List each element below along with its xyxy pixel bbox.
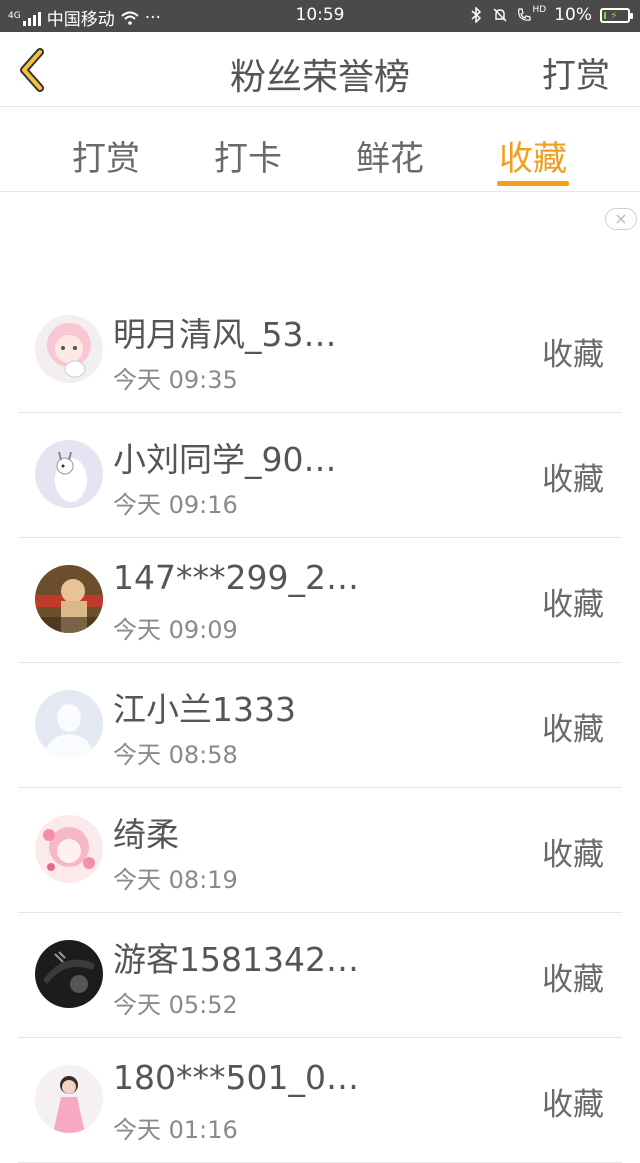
user-time: 今天 09:35 <box>113 366 238 394</box>
hd-label: HD <box>532 5 547 15</box>
user-time: 今天 08:19 <box>113 866 238 894</box>
action-label: 收藏 <box>542 587 604 623</box>
action-label: 收藏 <box>542 962 604 998</box>
avatar <box>35 690 103 758</box>
list-item[interactable]: 小刘同学_90… 今天 09:16 收藏 <box>18 413 622 538</box>
action-label: 收藏 <box>542 337 604 373</box>
tab-favorites[interactable]: 收藏 <box>499 131 567 180</box>
fan-list: 明月清风_53… 今天 09:35 收藏 小刘同学_90… 今天 09:16 收… <box>18 288 622 1163</box>
action-label: 收藏 <box>542 712 604 748</box>
user-name: 江小兰1333 <box>113 690 296 729</box>
active-tab-indicator <box>497 181 569 186</box>
status-bar: 4G 中国移动 ··· 10:59 HD 10% ⚡ <box>0 0 640 32</box>
list-item[interactable]: 绮柔 今天 08:19 收藏 <box>18 788 622 913</box>
reward-button[interactable]: 打赏 <box>542 48 610 97</box>
action-label: 收藏 <box>542 837 604 873</box>
list-item[interactable]: 明月清风_53… 今天 09:35 收藏 <box>18 288 622 413</box>
user-time: 今天 05:52 <box>113 991 238 1019</box>
close-icon[interactable]: × <box>605 208 637 230</box>
user-name: 游客1581342… <box>113 940 359 979</box>
battery-icon: ⚡ <box>600 7 633 23</box>
status-right: HD 10% ⚡ <box>468 5 633 25</box>
tab-checkin[interactable]: 打卡 <box>214 131 282 180</box>
nav-bar: 粉丝荣誉榜 打赏 <box>0 32 640 107</box>
user-time: 今天 01:16 <box>113 1116 238 1144</box>
avatar <box>35 815 103 883</box>
avatar <box>35 315 103 383</box>
bluetooth-icon <box>471 7 481 23</box>
user-time: 今天 08:58 <box>113 741 238 769</box>
avatar <box>35 565 103 633</box>
charging-icon: ⚡ <box>610 8 618 22</box>
avatar <box>35 940 103 1008</box>
user-name: 绮柔 <box>113 815 179 854</box>
action-label: 收藏 <box>542 462 604 498</box>
tab-reward[interactable]: 打赏 <box>72 131 140 180</box>
list-item[interactable]: 147***299_2… 今天 09:09 收藏 <box>18 538 622 663</box>
battery-percent: 10% <box>554 5 592 25</box>
user-name: 180***501_0… <box>113 1058 359 1097</box>
user-time: 今天 09:09 <box>113 616 238 644</box>
list-item[interactable]: 游客1581342… 今天 05:52 收藏 <box>18 913 622 1038</box>
list-item[interactable]: 江小兰1333 今天 08:58 收藏 <box>18 663 622 788</box>
user-time: 今天 09:16 <box>113 491 238 519</box>
list-item[interactable]: 180***501_0… 今天 01:16 收藏 <box>18 1038 622 1163</box>
bell-off-icon <box>493 8 506 22</box>
avatar <box>35 440 103 508</box>
user-name: 明月清风_53… <box>113 315 337 354</box>
battery-fill <box>604 11 606 19</box>
user-name: 小刘同学_90… <box>113 440 337 479</box>
action-label: 收藏 <box>542 1087 604 1123</box>
tab-flowers[interactable]: 鲜花 <box>356 131 424 180</box>
user-name: 147***299_2… <box>113 558 359 597</box>
avatar <box>35 1065 103 1133</box>
hd-call-icon: HD <box>516 5 547 23</box>
tab-bar: 打赏 打卡 鲜花 收藏 <box>0 107 640 192</box>
